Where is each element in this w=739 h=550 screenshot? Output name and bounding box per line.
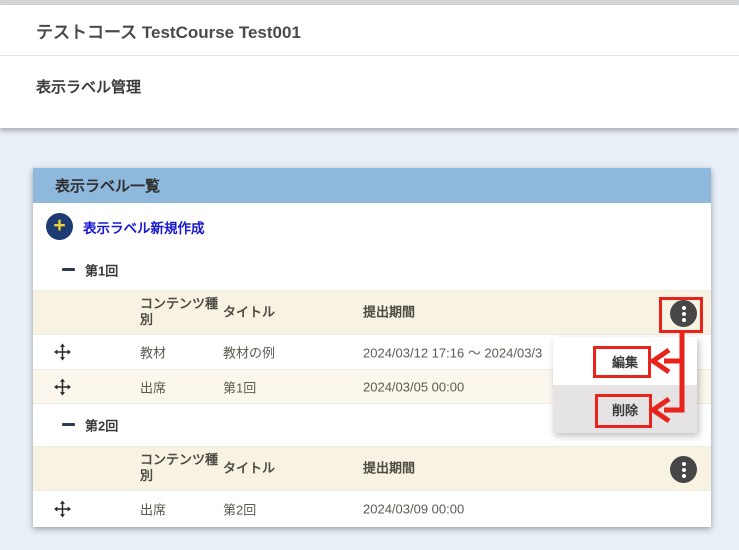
col-header-title: タイトル <box>223 304 353 321</box>
cell-title: 第2回 <box>223 500 256 519</box>
move-handle-icon[interactable] <box>54 344 71 361</box>
course-title: テストコース TestCourse Test001 <box>36 18 301 43</box>
kebab-menu-icon[interactable] <box>670 456 697 483</box>
cell-title: 第1回 <box>223 377 256 396</box>
create-label-row: 表示ラベル新規作成 <box>33 203 711 250</box>
kebab-dot <box>682 312 686 316</box>
section-label: 第2回 <box>85 416 118 435</box>
kebab-dot <box>682 306 686 310</box>
col-header-title: タイトル <box>223 460 353 477</box>
panel-title: 表示ラベル一覧 <box>55 175 160 196</box>
cell-period: 2024/03/12 17:16 ～ 2024/03/3 <box>363 343 542 362</box>
section-label: 第1回 <box>85 261 118 280</box>
cell-period: 2024/03/05 00:00 <box>363 379 464 394</box>
collapse-minus-icon[interactable] <box>62 268 75 271</box>
kebab-dot <box>682 468 686 472</box>
page-title: 表示ラベル管理 <box>36 76 141 97</box>
page-header: テストコース TestCourse Test001 表示ラベル管理 <box>0 5 739 128</box>
row-context-menu: 編集 削除 <box>553 337 697 433</box>
plus-icon[interactable] <box>46 213 73 240</box>
move-handle-icon[interactable] <box>54 501 71 518</box>
panel-header: 表示ラベル一覧 <box>33 168 711 203</box>
collapse-minus-icon[interactable] <box>62 423 75 426</box>
create-label-link[interactable]: 表示ラベル新規作成 <box>83 217 205 237</box>
col-header-content-type: コンテンツ種別 <box>140 452 225 486</box>
menu-item-edit[interactable]: 編集 <box>553 337 697 385</box>
kebab-dot <box>682 474 686 478</box>
col-header-content-type: コンテンツ種別 <box>140 296 225 330</box>
section-row-1: 第1回 <box>33 250 711 290</box>
page-title-row: 表示ラベル管理 <box>0 56 739 127</box>
cell-content-type: 出席 <box>140 377 166 396</box>
cell-content-type: 教材 <box>140 343 166 362</box>
kebab-dot <box>682 462 686 466</box>
col-header-period: 提出期間 <box>363 304 563 321</box>
kebab-menu-icon[interactable] <box>670 300 697 327</box>
table-row: 出席 第2回 2024/03/09 00:00 <box>33 491 711 527</box>
kebab-dot <box>682 318 686 322</box>
menu-item-delete[interactable]: 削除 <box>553 385 697 433</box>
cell-title: 教材の例 <box>223 343 275 362</box>
move-handle-icon[interactable] <box>54 378 71 395</box>
display-label-management-page: { "header": { "course_title": "テストコース Te… <box>0 0 739 550</box>
cell-content-type: 出席 <box>140 500 166 519</box>
course-title-row: テストコース TestCourse Test001 <box>0 5 739 56</box>
table-header-row: コンテンツ種別 タイトル 提出期間 <box>33 290 711 335</box>
cell-period: 2024/03/09 00:00 <box>363 502 464 517</box>
col-header-period: 提出期間 <box>363 460 563 477</box>
table-header-row: コンテンツ種別 タイトル 提出期間 <box>33 446 711 491</box>
